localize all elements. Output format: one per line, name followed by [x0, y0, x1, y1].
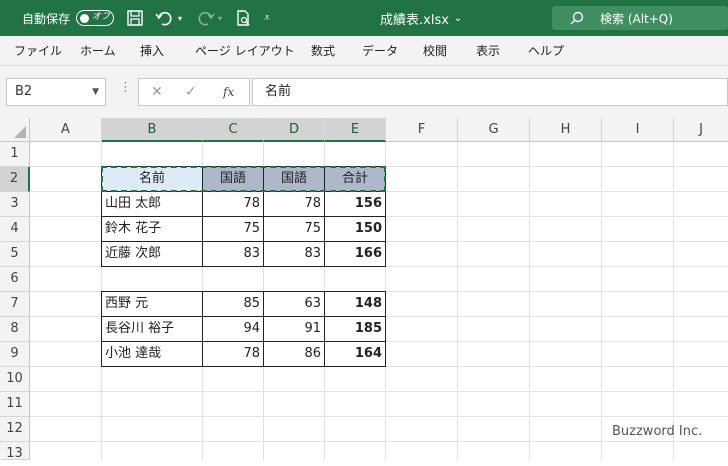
column-header-e[interactable]: E — [325, 118, 386, 142]
cell-b5[interactable]: 近藤 次郎 — [102, 242, 202, 267]
tab-data[interactable]: データ — [362, 36, 398, 66]
cell-c2[interactable]: 国語 — [203, 167, 263, 192]
cell-c3[interactable]: 78 — [203, 192, 263, 217]
row-header-6[interactable]: 6 — [0, 267, 30, 292]
redo-icon[interactable] — [196, 0, 216, 36]
cell-e3[interactable]: 156 — [325, 192, 385, 217]
column-header-i[interactable]: I — [602, 118, 674, 142]
cell-c7[interactable]: 85 — [203, 292, 263, 317]
save-icon[interactable] — [126, 0, 144, 36]
name-box-value: B2 — [15, 84, 33, 99]
column-header-h[interactable]: H — [530, 118, 602, 142]
chevron-down-icon: ⌄ — [453, 12, 463, 24]
cell-e5[interactable]: 166 — [325, 242, 385, 267]
column-header-f[interactable]: F — [386, 118, 458, 142]
watermark: Buzzword Inc. — [612, 424, 703, 439]
cell-c5[interactable]: 83 — [203, 242, 263, 267]
more-options-icon[interactable]: ⋮ — [119, 80, 132, 95]
undo-dropdown-icon[interactable]: ▾ — [178, 0, 182, 36]
autosave-toggle[interactable]: オフ — [76, 10, 115, 26]
ribbon-tabs: ファイル ホーム 挿入 ページ レイアウト 数式 データ 校閲 表示 ヘルプ — [0, 36, 728, 66]
cell-c8[interactable]: 94 — [203, 317, 263, 342]
row-header-13[interactable]: 13 — [0, 442, 30, 461]
customize-toolbar-icon[interactable]: ⩡ — [264, 0, 270, 36]
cell-b8[interactable]: 長谷川 裕子 — [102, 317, 202, 342]
row-header-4[interactable]: 4 — [0, 217, 30, 242]
name-box[interactable]: B2 ▼ — [6, 78, 106, 106]
row-header-12[interactable]: 12 — [0, 417, 30, 442]
select-all-button[interactable] — [0, 118, 30, 142]
row-header-2[interactable]: 2 — [0, 167, 30, 192]
column-header-d[interactable]: D — [264, 118, 325, 142]
formula-controls: ✕ ✓ fx — [138, 78, 250, 106]
cell-c4[interactable]: 75 — [203, 217, 263, 242]
tab-view[interactable]: 表示 — [476, 36, 500, 66]
tab-file[interactable]: ファイル — [14, 36, 62, 66]
row-header-8[interactable]: 8 — [0, 317, 30, 342]
cell-b2[interactable]: 名前 — [102, 167, 202, 192]
print-preview-icon[interactable] — [234, 0, 252, 36]
cancel-icon[interactable]: ✕ — [151, 79, 163, 105]
cell-d4[interactable]: 75 — [264, 217, 324, 242]
column-header-c[interactable]: C — [203, 118, 264, 142]
row-header-11[interactable]: 11 — [0, 392, 30, 417]
search-icon — [570, 11, 584, 25]
row-header-9[interactable]: 9 — [0, 342, 30, 367]
file-title[interactable]: 成績表.xlsx ⌄ — [380, 0, 462, 36]
cell-b7[interactable]: 西野 元 — [102, 292, 202, 317]
spreadsheet-grid[interactable]: A B C D E F G H I J 1 2 3 4 5 6 7 8 9 10… — [0, 118, 728, 461]
row-header-10[interactable]: 10 — [0, 367, 30, 392]
autosave-label: 自動保存 — [22, 11, 71, 26]
column-header-a[interactable]: A — [30, 118, 102, 142]
redo-dropdown-icon[interactable]: ▾ — [218, 0, 222, 36]
cell-b9[interactable]: 小池 達哉 — [102, 342, 202, 367]
cell-b4[interactable]: 鈴木 花子 — [102, 217, 202, 242]
row-header-1[interactable]: 1 — [0, 142, 30, 167]
insert-function-icon[interactable]: fx — [223, 79, 234, 105]
enter-icon[interactable]: ✓ — [185, 79, 197, 105]
cell-e9[interactable]: 164 — [325, 342, 385, 367]
row-header-3[interactable]: 3 — [0, 192, 30, 217]
cell-d5[interactable]: 83 — [264, 242, 324, 267]
tab-insert[interactable]: 挿入 — [140, 36, 164, 66]
cell-d8[interactable]: 91 — [264, 317, 324, 342]
column-header-j[interactable]: J — [674, 118, 728, 142]
autosave-control[interactable]: 自動保存 オフ — [22, 0, 115, 36]
tab-formulas[interactable]: 数式 — [311, 36, 335, 66]
cell-e8[interactable]: 185 — [325, 317, 385, 342]
row-header-7[interactable]: 7 — [0, 292, 30, 317]
cell-d9[interactable]: 86 — [264, 342, 324, 367]
cell-d2[interactable]: 国語 — [264, 167, 324, 192]
tab-page-layout[interactable]: ページ レイアウト — [195, 36, 295, 66]
formula-input[interactable]: 名前 — [252, 78, 728, 106]
cell-b3[interactable]: 山田 太郎 — [102, 192, 202, 217]
undo-icon[interactable] — [154, 0, 174, 36]
column-header-g[interactable]: G — [458, 118, 530, 142]
tab-review[interactable]: 校閲 — [423, 36, 447, 66]
cell-d3[interactable]: 78 — [264, 192, 324, 217]
row-header-5[interactable]: 5 — [0, 242, 30, 267]
autosave-state: オフ — [92, 12, 111, 22]
tab-help[interactable]: ヘルプ — [528, 36, 564, 66]
cell-e2[interactable]: 合計 — [325, 167, 385, 192]
cell-e4[interactable]: 150 — [325, 217, 385, 242]
cell-c9[interactable]: 78 — [203, 342, 263, 367]
column-header-b[interactable]: B — [102, 118, 203, 142]
chevron-down-icon[interactable]: ▼ — [92, 79, 99, 105]
cell-d7[interactable]: 63 — [264, 292, 324, 317]
formula-bar: B2 ▼ ⋮ ✕ ✓ fx 名前 — [0, 66, 728, 118]
search-placeholder: 検索 (Alt+Q) — [600, 11, 673, 26]
cell-e7[interactable]: 148 — [325, 292, 385, 317]
title-bar: 自動保存 オフ ▾ ▾ ⩡ 成績表.xlsx ⌄ 検索 (Alt+Q) — [0, 0, 728, 36]
filename: 成績表.xlsx — [380, 12, 449, 28]
search-box[interactable]: 検索 (Alt+Q) — [552, 6, 728, 30]
tab-home[interactable]: ホーム — [80, 36, 116, 66]
toggle-knob — [80, 13, 90, 23]
